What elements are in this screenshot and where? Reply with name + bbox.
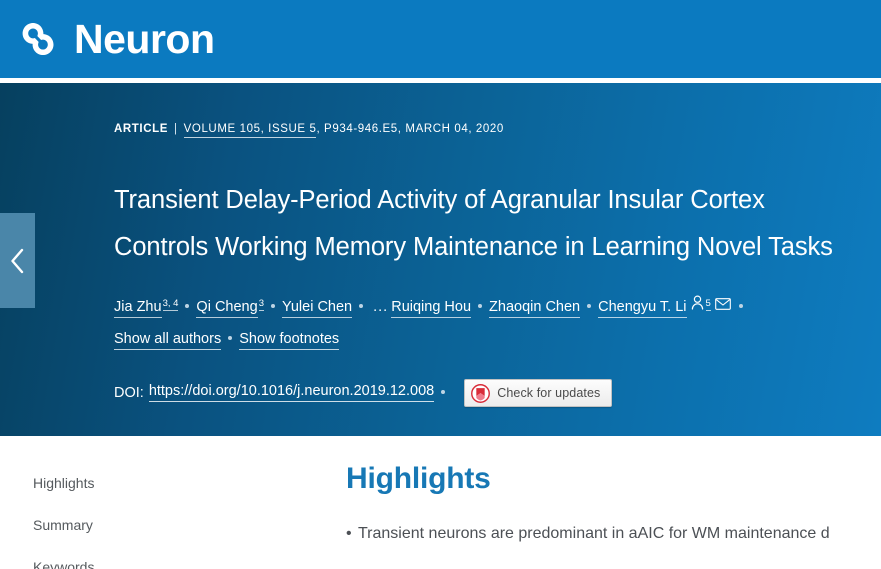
author-link[interactable]: Zhaoqin Chen: [489, 299, 581, 319]
author-link[interactable]: Jia Zhu: [114, 299, 162, 319]
issue-link[interactable]: VOLUME 105, ISSUE 5: [183, 123, 317, 138]
author-link[interactable]: Ruiqing Hou: [391, 299, 472, 319]
author-link[interactable]: Yulei Chen: [281, 299, 353, 319]
author-separator-dot: [270, 304, 275, 308]
previous-article-button[interactable]: [0, 213, 35, 308]
author-link[interactable]: Chengyu T. Li: [598, 299, 687, 319]
doi-label: DOI:: [114, 384, 144, 401]
author-separator-dot: [478, 304, 483, 308]
crossmark-icon: [471, 383, 491, 403]
author-list: Jia Zhu3, 4 Qi Cheng3 Yulei Chen... Ruiqing…: [114, 292, 863, 321]
author-profile-icon[interactable]: [691, 295, 704, 318]
email-icon[interactable]: [714, 295, 731, 318]
banner-content: ARTICLE | VOLUME 105, ISSUE 5, P934-946.E5…: [114, 83, 863, 407]
doi-row: DOI: https://doi.org/10.1016/j.neuron.201…: [114, 379, 863, 407]
author-separator-dot: [738, 304, 743, 308]
journal-name: Neuron: [74, 15, 215, 62]
chevron-left-icon: [11, 248, 24, 273]
author-affiliation-marker[interactable]: 3, 4: [162, 297, 179, 311]
author-affiliation-marker[interactable]: 5: [705, 297, 711, 311]
author-separator-dot: [359, 304, 364, 308]
article-body: Highlights Summary Keywords Highlights T…: [0, 436, 881, 569]
author-separator-dot: [185, 304, 190, 308]
doi-separator-dot: [441, 389, 446, 394]
neuron-loops-icon: [22, 22, 54, 56]
article-title: Transient Delay-Period Activity of Agran…: [114, 185, 833, 261]
highlight-item: Transient neurons are predominant in aAI…: [346, 521, 881, 547]
article-toc: Highlights Summary Keywords: [33, 476, 263, 569]
article-meta: ARTICLE | VOLUME 105, ISSUE 5, P934-946.E5…: [114, 123, 863, 138]
author-separator-dot: [587, 304, 592, 308]
article-banner: ARTICLE | VOLUME 105, ISSUE 5, P934-946.E5…: [0, 83, 881, 436]
highlights-list: Transient neurons are predominant in aAI…: [346, 521, 881, 547]
check-for-updates-label: Check for updates: [497, 385, 601, 400]
doi-link[interactable]: https://doi.org/10.1016/j.neuron.2019.12…: [148, 384, 435, 402]
show-all-authors-link[interactable]: Show all authors: [114, 331, 222, 350]
article-pages-date: , P934-946.E5, MARCH 04, 2020: [316, 123, 504, 135]
toc-item-keywords[interactable]: Keywords: [33, 560, 263, 569]
author-link[interactable]: Qi Cheng: [196, 299, 258, 319]
toc-item-summary[interactable]: Summary: [33, 518, 263, 532]
article-type-label: ARTICLE: [114, 123, 169, 135]
author-affiliation-marker[interactable]: 3: [258, 297, 264, 311]
authors-truncation-ellipsis: ...: [373, 299, 389, 316]
action-separator-dot: [228, 335, 233, 340]
journal-home-link[interactable]: Neuron: [16, 17, 215, 61]
meta-separator: |: [174, 123, 178, 135]
author-actions: Show all authors Show footnotes: [114, 328, 863, 351]
journal-header-bar: Neuron: [0, 0, 881, 78]
highlights-section: Highlights Transient neurons are predomi…: [346, 462, 881, 548]
check-for-updates-button[interactable]: Check for updates: [464, 379, 613, 407]
article-page: Neuron ARTICLE | VOLUME 105, ISSUE 5, P934…: [0, 0, 881, 569]
toc-item-highlights[interactable]: Highlights: [33, 476, 263, 490]
show-footnotes-link[interactable]: Show footnotes: [239, 331, 340, 350]
highlights-heading: Highlights: [346, 462, 491, 495]
